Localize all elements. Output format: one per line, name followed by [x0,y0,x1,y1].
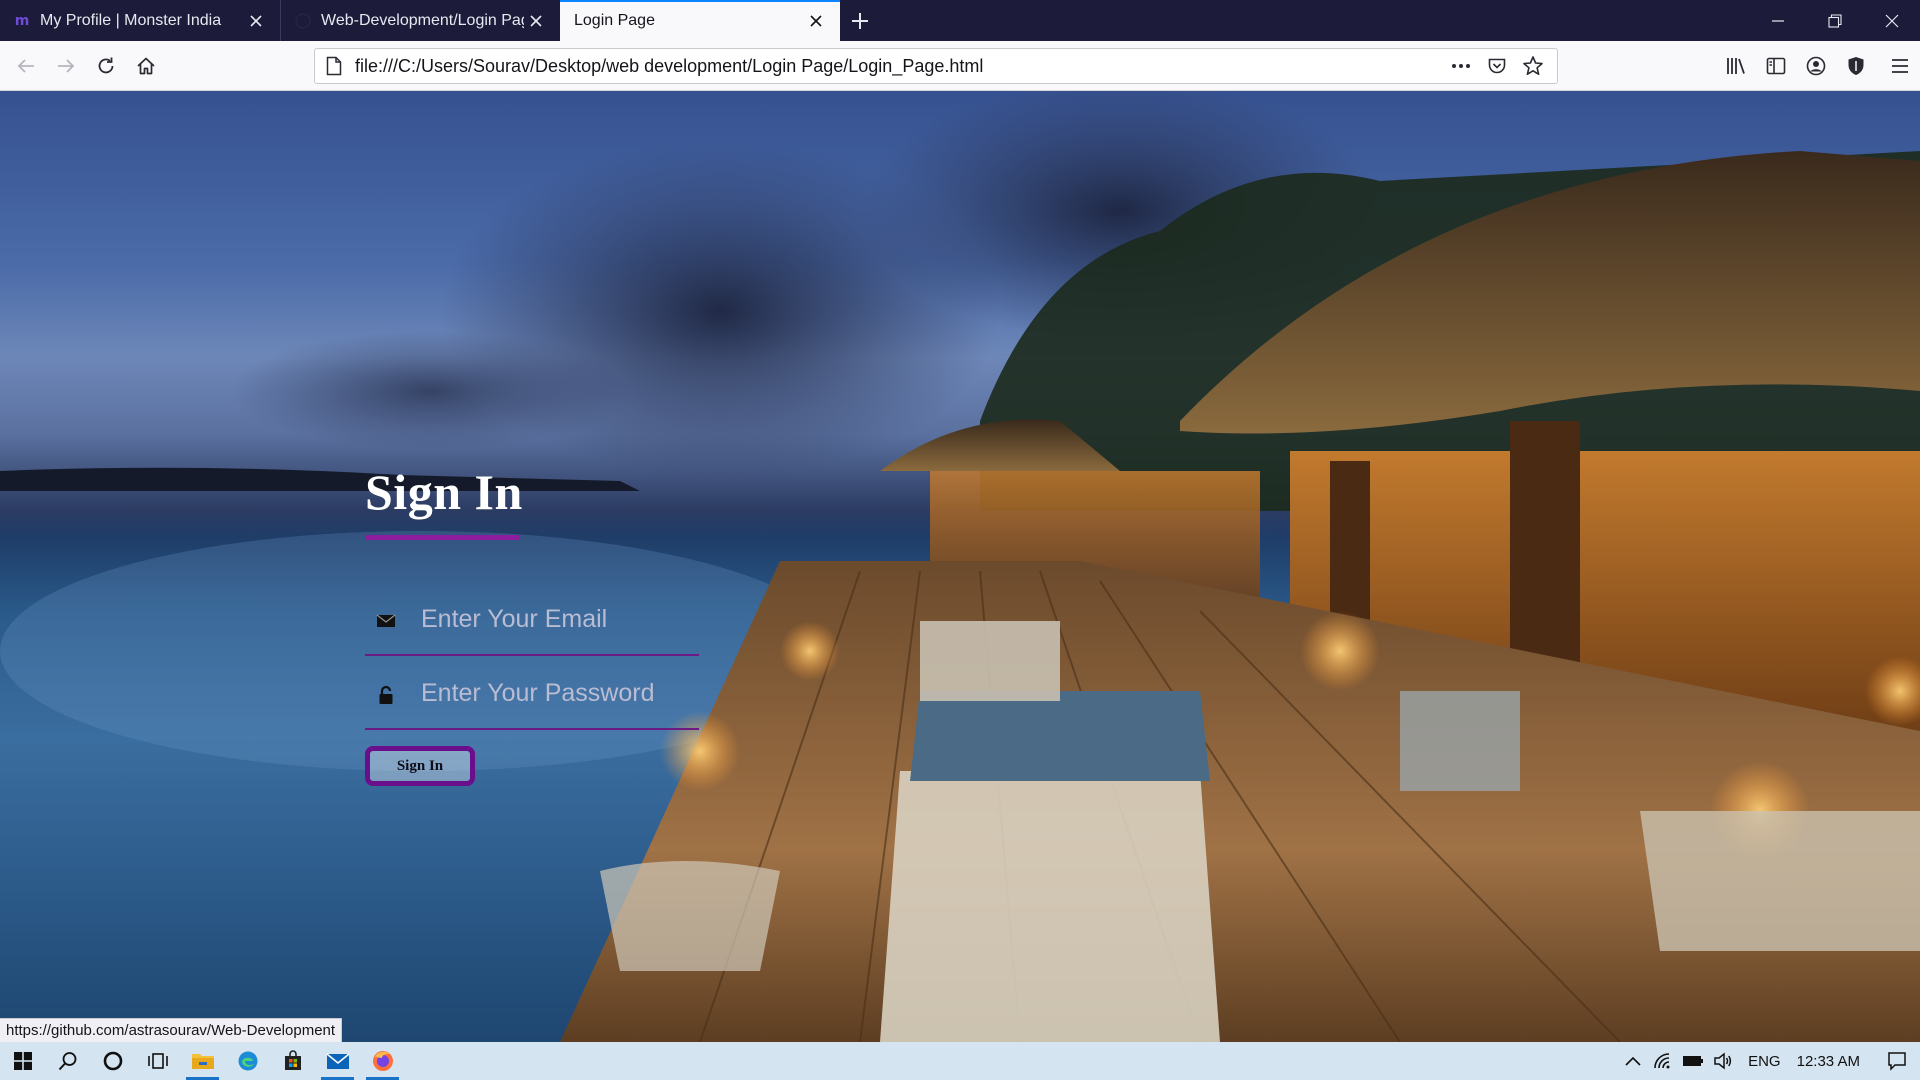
account-icon [1806,56,1826,76]
login-page-background: Sign In Sign In [0,91,1920,1042]
tab-monster-profile[interactable]: m My Profile | Monster India [0,0,280,41]
monster-icon: m [14,12,30,29]
tab-title: Web-Development/Login Page [321,11,524,29]
forward-button[interactable] [46,46,86,86]
lock-icon [373,682,399,708]
library-icon [1727,58,1745,74]
sign-in-button[interactable]: Sign In [365,746,475,786]
plus-icon [852,12,868,29]
notification-center-icon[interactable] [1874,1042,1920,1080]
reload-button[interactable] [86,46,126,86]
windows-start-icon[interactable] [0,1042,45,1080]
library-button[interactable] [1716,46,1756,86]
back-button[interactable] [6,46,46,86]
bookmark-star-icon[interactable] [1515,51,1551,81]
menu-button[interactable] [1880,46,1920,86]
wifi-icon[interactable] [1648,1042,1678,1080]
github-icon [293,13,313,29]
edge-icon[interactable] [225,1042,270,1080]
resort-background-image [0,91,1920,1042]
close-window-button[interactable] [1863,0,1920,41]
home-icon [137,57,155,74]
page-icon [323,55,345,77]
battery-icon[interactable] [1678,1042,1708,1080]
close-icon[interactable] [244,9,268,33]
restore-button[interactable] [1806,0,1863,41]
sidebar-button[interactable] [1756,46,1796,86]
new-tab-button[interactable] [840,0,880,41]
tab-github-login-page[interactable]: Web-Development/Login Page [280,0,560,41]
url-text[interactable]: file:///C:/Users/Sourav/Desktop/web deve… [355,56,1443,77]
mail-icon[interactable] [315,1042,360,1080]
shield-button[interactable] [1836,46,1876,86]
email-field [365,582,699,656]
heading-underline [365,535,520,540]
shield-icon [1848,57,1864,75]
password-input[interactable] [421,679,681,708]
forward-arrow-icon [58,58,75,73]
toolbar-right [1716,46,1920,86]
task-view-icon[interactable] [135,1042,180,1080]
reload-icon [98,57,114,73]
sidebar-icon [1766,57,1786,75]
windows-taskbar: ENG 12:33 AM [0,1042,1920,1080]
close-icon[interactable] [804,9,828,33]
account-button[interactable] [1796,46,1836,86]
pocket-icon[interactable] [1479,51,1515,81]
input-language[interactable]: ENG [1738,1053,1791,1070]
minimize-button[interactable] [1749,0,1806,41]
tab-title: My Profile | Monster India [40,11,222,29]
email-input[interactable] [421,605,681,634]
window-controls [1749,0,1920,41]
tab-login-page[interactable]: Login Page [560,0,840,41]
hamburger-menu-icon [1892,59,1908,73]
address-bar[interactable]: file:///C:/Users/Sourav/Desktop/web deve… [314,48,1558,84]
login-form: Sign In Sign In [365,463,705,786]
password-field [365,656,699,730]
back-arrow-icon [17,58,34,73]
search-icon[interactable] [45,1042,90,1080]
tab-title: Login Page [574,11,655,29]
system-tray: ENG 12:33 AM [1618,1042,1920,1080]
tab-strip: m My Profile | Monster India Web-Develop… [0,0,1920,41]
envelope-icon [373,608,399,634]
navigation-toolbar: file:///C:/Users/Sourav/Desktop/web deve… [0,41,1920,91]
firefox-icon[interactable] [360,1042,405,1080]
home-button[interactable] [126,46,166,86]
taskbar-clock[interactable]: 12:33 AM [1791,1053,1874,1070]
link-preview-status: https://github.com/astrasourav/Web-Devel… [0,1018,343,1042]
store-icon[interactable] [270,1042,315,1080]
page-actions-icon[interactable] [1443,51,1479,81]
chevron-up-icon[interactable] [1618,1042,1648,1080]
file-explorer-icon[interactable] [180,1042,225,1080]
sign-in-heading: Sign In [365,464,523,520]
volume-icon[interactable] [1708,1042,1738,1080]
close-icon[interactable] [524,9,548,33]
cortana-icon[interactable] [90,1042,135,1080]
